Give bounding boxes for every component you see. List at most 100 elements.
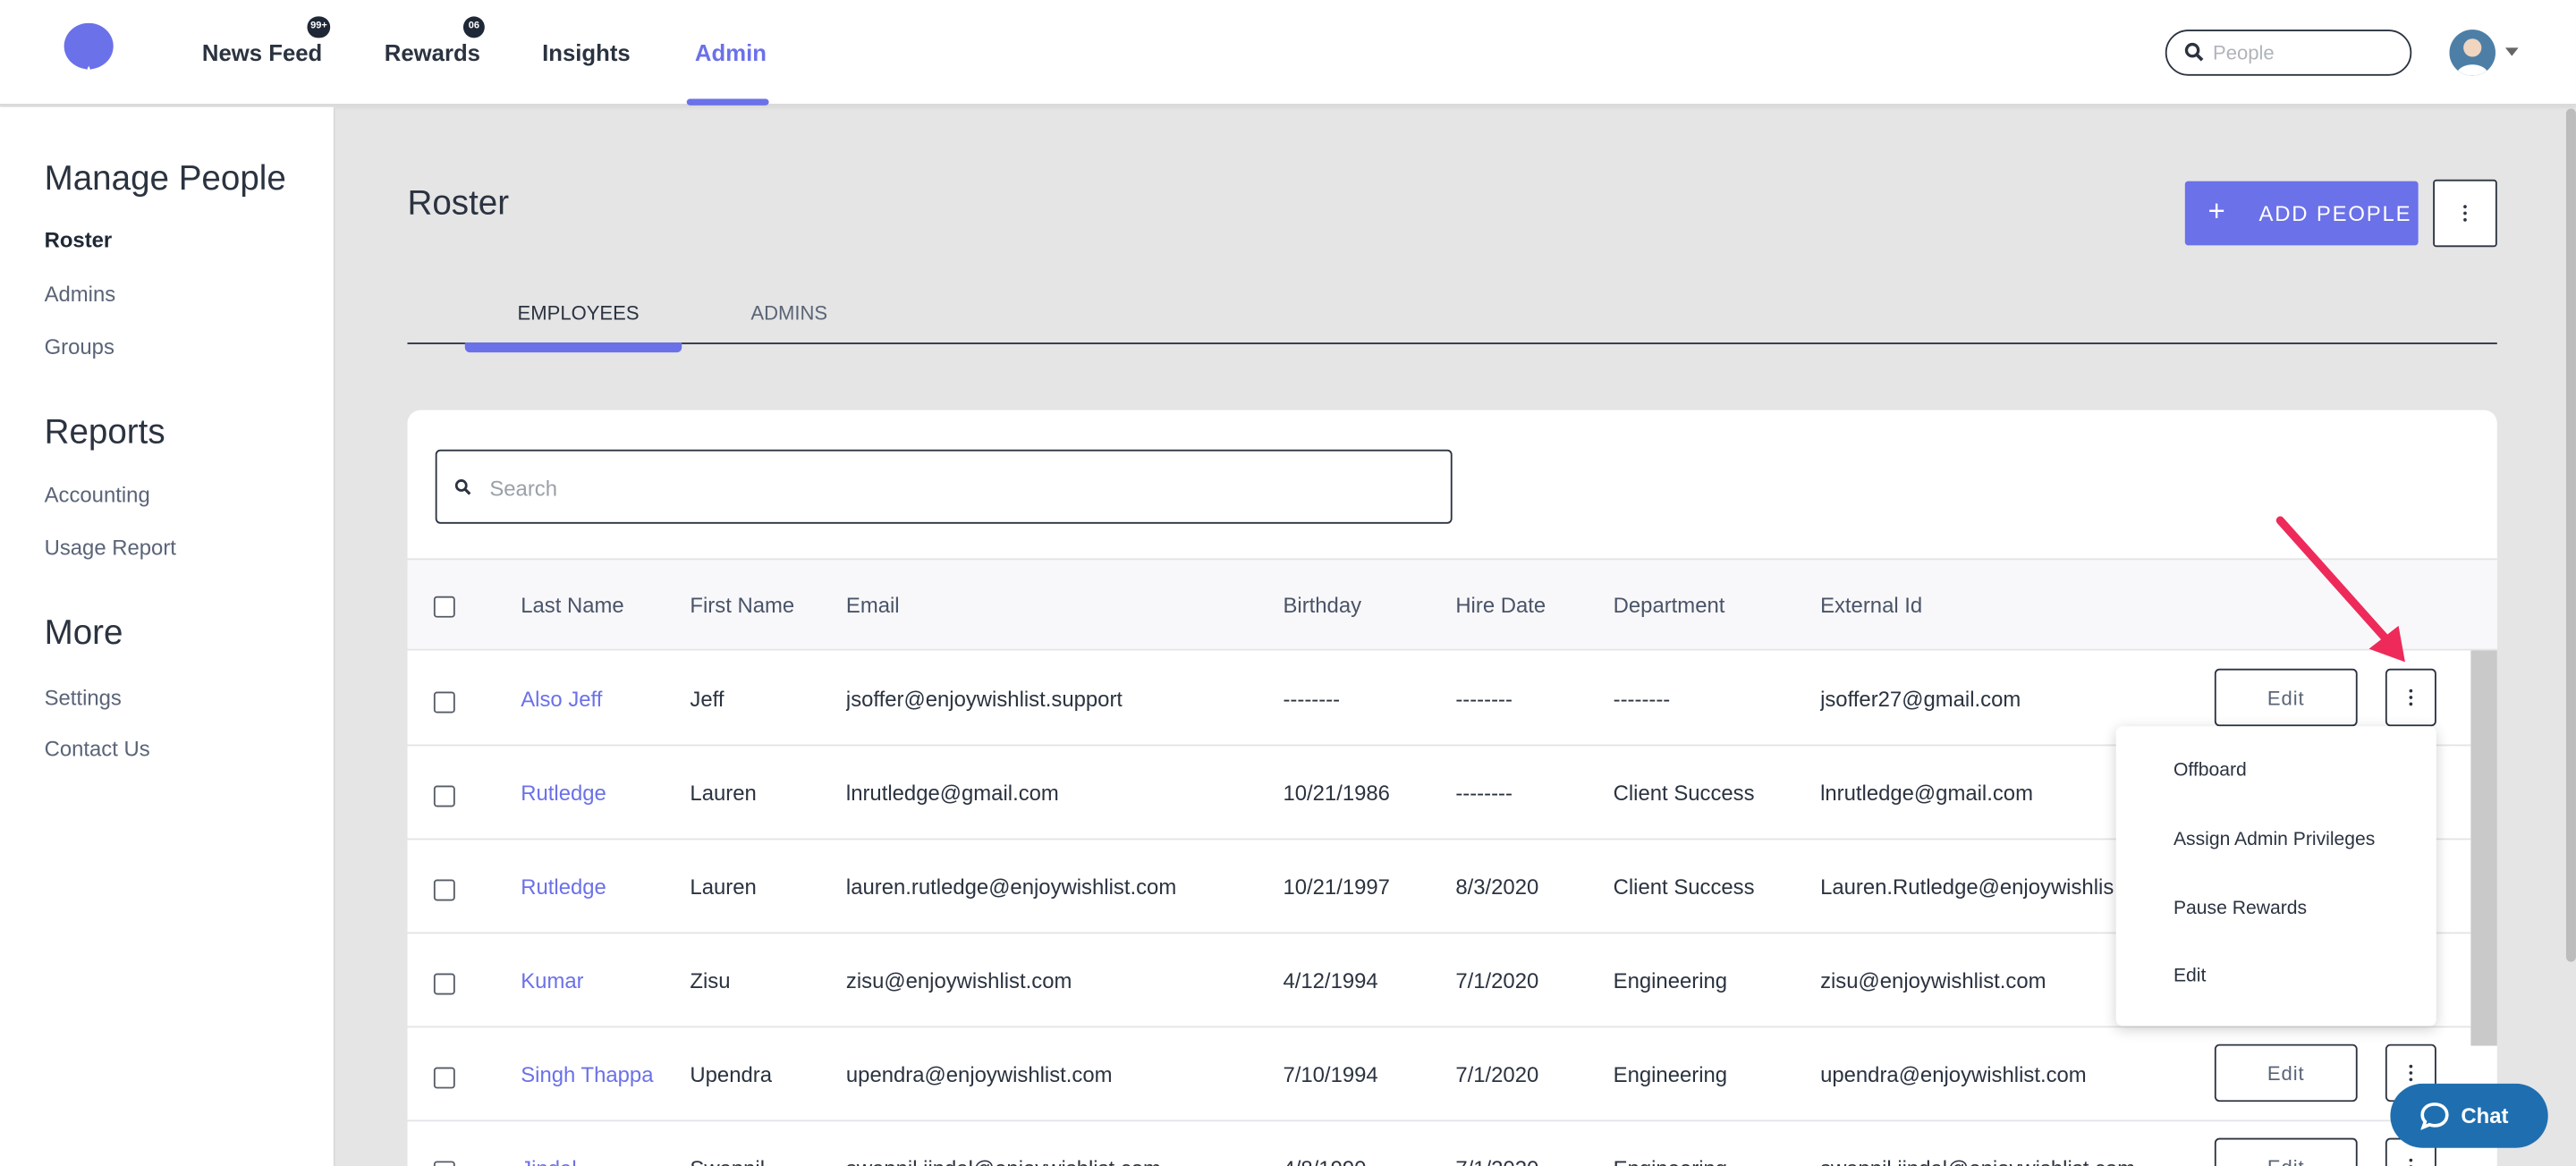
add-people-label: ADD PEOPLE [2258, 200, 2412, 226]
table-scrollbar[interactable] [2470, 650, 2497, 1046]
roster-search[interactable] [435, 449, 1453, 524]
last-name-link[interactable]: Rutledge [521, 874, 606, 900]
edit-button[interactable]: Edit [2214, 668, 2358, 727]
sidebar-heading-reports: Reports [44, 413, 165, 452]
page-scrollbar[interactable] [2565, 108, 2576, 962]
edit-button[interactable]: Edit [2214, 1137, 2358, 1166]
birthday: 4/8/1990 [1283, 1156, 1366, 1166]
roster-search-input[interactable] [489, 470, 1410, 504]
menu-item-offboard[interactable]: Offboard [2174, 761, 2247, 781]
birthday: 4/12/1994 [1283, 967, 1378, 993]
first-name: Swapnil [690, 1156, 765, 1166]
row-checkbox[interactable] [433, 1067, 455, 1089]
sidebar-item-roster[interactable]: Roster [45, 227, 113, 252]
email: upendra@enjoywishlist.com [845, 1061, 1113, 1087]
first-name: Lauren [690, 874, 757, 900]
first-name: Jeff [690, 687, 724, 712]
add-people-button[interactable]: + ADD PEOPLE [2184, 181, 2419, 246]
column-email[interactable]: Email [846, 593, 900, 618]
news-feed-badge: 99+ [307, 16, 331, 38]
sidebar-item-settings[interactable]: Settings [45, 685, 122, 710]
external-id: jsoffer27@gmail.com [1820, 687, 2021, 712]
hire-date: 7/1/2020 [1455, 1156, 1538, 1166]
page-title: Roster [407, 184, 510, 223]
first-name: Zisu [690, 967, 731, 993]
select-all-checkbox[interactable] [433, 596, 455, 618]
annotation-arrow-icon [2275, 516, 2405, 663]
department: Engineering [1614, 1156, 1727, 1166]
sidebar-item-admins[interactable]: Admins [45, 282, 116, 307]
first-name: Lauren [690, 781, 757, 806]
row-checkbox[interactable] [433, 1161, 455, 1166]
nav-active-indicator [686, 98, 769, 106]
search-icon [454, 479, 471, 495]
column-last-name[interactable]: Last Name [521, 593, 623, 618]
last-name-link[interactable]: Kumar [521, 968, 583, 993]
row-checkbox[interactable] [433, 785, 455, 807]
column-department[interactable]: Department [1614, 593, 1725, 618]
sidebar-item-contact-us[interactable]: Contact Us [45, 736, 150, 761]
last-name-link[interactable]: Singh Thappa [521, 1062, 653, 1087]
nav-admin[interactable]: Admin [695, 0, 767, 106]
hire-date: -------- [1455, 781, 1513, 806]
external-id: zisu@enjoywishlist.com [1820, 967, 2046, 993]
user-avatar-icon [2449, 30, 2496, 76]
menu-item-assign-admin[interactable]: Assign Admin Privileges [2174, 830, 2375, 849]
last-name-link[interactable]: Also Jeff [521, 687, 602, 712]
avatar[interactable] [2449, 30, 2496, 76]
sidebar-item-groups[interactable]: Groups [45, 334, 114, 359]
sidebar-heading-manage-people: Manage People [44, 159, 286, 199]
hire-date: 8/3/2020 [1455, 874, 1539, 900]
chat-button[interactable]: Chat [2390, 1083, 2548, 1148]
sidebar-item-usage-report[interactable]: Usage Report [45, 536, 176, 561]
external-id: lnrutledge@gmail.com [1820, 781, 2033, 806]
first-name: Upendra [690, 1061, 773, 1087]
external-id: swapnil.jindal@enjoywishlist.com [1820, 1156, 2198, 1166]
row-checkbox[interactable] [433, 691, 455, 714]
tab-admins[interactable]: ADMINS [750, 301, 827, 325]
email: lauren.rutledge@enjoywishlist.com [845, 874, 1177, 900]
nav-news-feed[interactable]: News Feed [202, 0, 322, 106]
hire-date: 7/1/2020 [1455, 1061, 1539, 1087]
people-search-input[interactable] [2213, 38, 2394, 68]
birthday: 10/21/1986 [1283, 781, 1390, 806]
last-name-link[interactable]: Rutledge [521, 781, 606, 806]
kebab-icon [2408, 1157, 2414, 1166]
nav-rewards[interactable]: Rewards [385, 0, 480, 106]
row-checkbox[interactable] [433, 973, 455, 995]
nav-insights[interactable]: Insights [542, 0, 631, 106]
birthday: 10/21/1997 [1283, 874, 1390, 900]
column-birthday[interactable]: Birthday [1283, 593, 1361, 618]
column-external-id[interactable]: External Id [1820, 593, 1922, 618]
table-row: Jindal Swapnil swapnil.jindal@enjoywishl… [408, 1121, 2471, 1166]
last-name-link[interactable]: Jindal [521, 1156, 576, 1166]
wishlist-logo-icon[interactable] [63, 22, 115, 82]
kebab-icon [2408, 1063, 2414, 1082]
department: Engineering [1613, 967, 1728, 993]
table-row: Singh Thappa Upendra upendra@enjoywishli… [407, 1027, 2471, 1122]
column-first-name[interactable]: First Name [690, 593, 794, 618]
row-more-button[interactable] [2385, 668, 2436, 727]
menu-item-pause-rewards[interactable]: Pause Rewards [2174, 900, 2307, 919]
roster-more-button[interactable] [2433, 179, 2497, 248]
kebab-icon [2462, 204, 2468, 223]
rewards-badge: 06 [462, 16, 485, 38]
chevron-down-icon[interactable] [2504, 47, 2519, 56]
email: lnrutledge@gmail.com [845, 781, 1059, 806]
row-actions-menu: Offboard Assign Admin Privileges Pause R… [2115, 726, 2436, 1027]
search-icon [2184, 42, 2204, 62]
menu-item-edit[interactable]: Edit [2174, 967, 2206, 986]
tab-employees[interactable]: EMPLOYEES [518, 301, 640, 325]
plus-icon: + [2207, 194, 2227, 228]
external-id: upendra@enjoywishlist.com [1820, 1061, 2087, 1087]
kebab-icon [2408, 688, 2414, 706]
people-search[interactable] [2165, 30, 2412, 76]
tabs-divider [407, 342, 2497, 344]
email: jsoffer@enjoywishlist.support [845, 687, 1123, 712]
sidebar-item-accounting[interactable]: Accounting [45, 483, 150, 508]
row-checkbox[interactable] [433, 879, 455, 901]
external-id: Lauren.Rutledge@enjoywishlis [1820, 874, 2114, 900]
edit-button[interactable]: Edit [2214, 1043, 2358, 1103]
birthday: -------- [1283, 687, 1341, 712]
column-hire-date[interactable]: Hire Date [1455, 593, 1546, 618]
